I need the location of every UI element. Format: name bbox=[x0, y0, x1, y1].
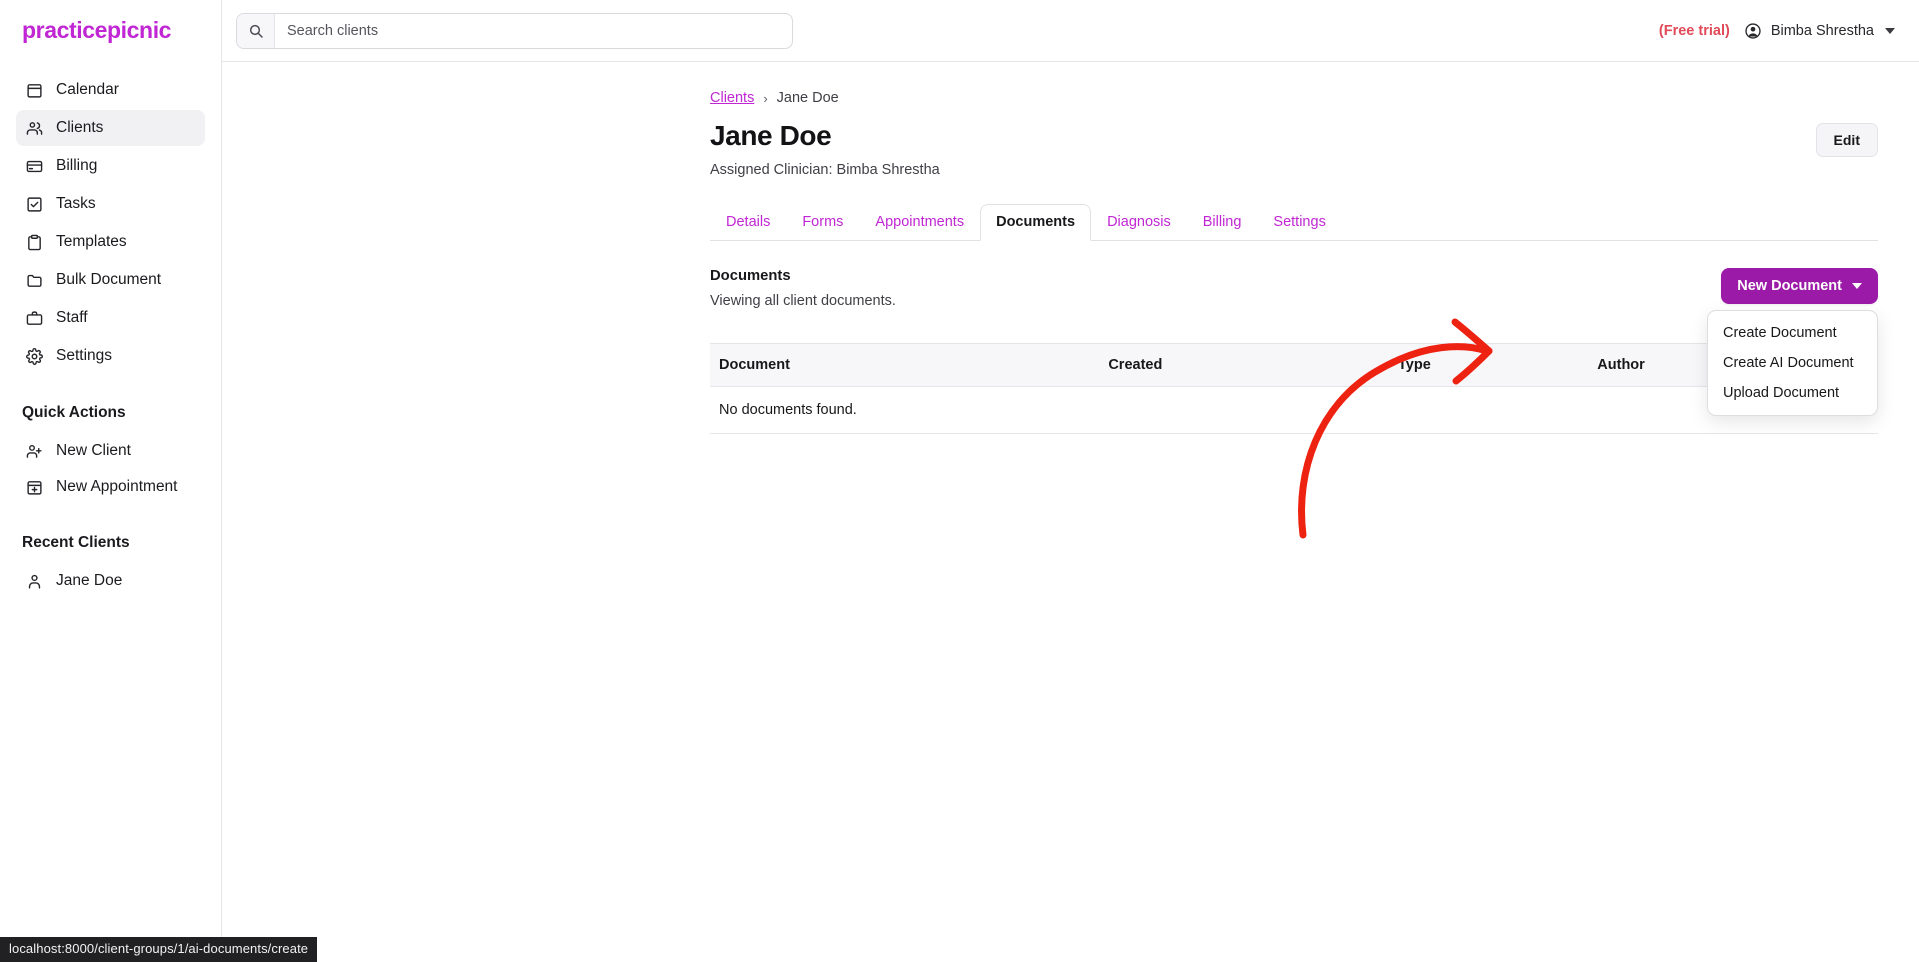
sidebar-item-label: Tasks bbox=[56, 195, 96, 212]
sidebar-item-label: Clients bbox=[56, 119, 104, 136]
documents-table-head: Document Created Type Author bbox=[710, 343, 1878, 387]
assigned-clinician: Assigned Clinician: Bimba Shrestha bbox=[710, 162, 940, 178]
sidebar-item-staff[interactable]: Staff bbox=[16, 300, 205, 336]
table-row-empty: No documents found. bbox=[710, 386, 1878, 434]
briefcase-icon bbox=[26, 310, 43, 327]
menu-item-create-document[interactable]: Create Document bbox=[1708, 318, 1877, 348]
sidebar-item-label: Bulk Document bbox=[56, 271, 162, 288]
new-document-menu: New Document Create Document Create AI D… bbox=[1707, 268, 1878, 416]
column-header-type[interactable]: Type bbox=[1389, 343, 1589, 387]
sidebar-item-bulk-document[interactable]: Bulk Document bbox=[16, 262, 205, 298]
sidebar-item-tasks[interactable]: Tasks bbox=[16, 186, 205, 222]
tab-documents[interactable]: Documents bbox=[980, 204, 1092, 241]
checkbox-icon bbox=[26, 196, 43, 213]
sidebar-item-settings[interactable]: Settings bbox=[16, 338, 205, 374]
tab-diagnosis[interactable]: Diagnosis bbox=[1091, 204, 1187, 241]
recent-clients-title: Recent Clients bbox=[22, 534, 130, 551]
primary-nav: Calendar Clients Billing Tasks Templates… bbox=[0, 72, 221, 374]
breadcrumb-current: Jane Doe bbox=[776, 90, 839, 106]
documents-table-body: No documents found. bbox=[710, 386, 1878, 434]
free-trial-badge[interactable]: (Free trial) bbox=[1659, 23, 1730, 39]
sidebar: practicepicnic Calendar Clients Billing bbox=[0, 0, 222, 962]
menu-item-upload-document[interactable]: Upload Document bbox=[1708, 378, 1877, 408]
chevron-down-icon bbox=[1885, 27, 1895, 34]
menu-item-create-ai-document[interactable]: Create AI Document bbox=[1708, 348, 1877, 378]
documents-table: Document Created Type Author No document… bbox=[710, 343, 1878, 434]
search-input[interactable] bbox=[275, 13, 792, 48]
main-pane: (Free trial) Bimba Shrestha Clients › Ja… bbox=[222, 0, 1919, 962]
card-icon bbox=[26, 158, 43, 175]
search-box[interactable] bbox=[236, 12, 793, 49]
sidebar-item-templates[interactable]: Templates bbox=[16, 224, 205, 260]
avatar bbox=[1744, 22, 1762, 40]
tab-details[interactable]: Details bbox=[710, 204, 786, 241]
new-document-button-label: New Document bbox=[1737, 278, 1842, 294]
folder-icon bbox=[26, 272, 43, 289]
sidebar-item-clients[interactable]: Clients bbox=[16, 110, 205, 146]
main-content: Clients › Jane Doe Jane Doe Assigned Cli… bbox=[222, 62, 1919, 962]
client-header: Jane Doe Assigned Clinician: Bimba Shres… bbox=[710, 119, 1878, 178]
clipboard-icon bbox=[26, 234, 43, 251]
breadcrumb-clients-link[interactable]: Clients bbox=[710, 90, 754, 106]
quick-action-label: New Appointment bbox=[56, 478, 178, 495]
documents-heading: Documents bbox=[710, 268, 791, 284]
quick-action-new-client[interactable]: New Client bbox=[16, 434, 205, 468]
topbar: (Free trial) Bimba Shrestha bbox=[222, 0, 1919, 62]
quick-action-label: New Client bbox=[56, 442, 131, 459]
user-plus-icon bbox=[26, 443, 43, 460]
page-title: Jane Doe bbox=[710, 120, 832, 151]
documents-subheading: Viewing all client documents. bbox=[710, 293, 896, 309]
calendar-icon bbox=[26, 82, 43, 99]
topbar-right: (Free trial) Bimba Shrestha bbox=[1659, 22, 1895, 40]
tab-billing[interactable]: Billing bbox=[1187, 204, 1258, 241]
sidebar-item-label: Settings bbox=[56, 347, 113, 364]
new-document-button[interactable]: New Document bbox=[1721, 268, 1878, 304]
client-detail-panel: Clients › Jane Doe Jane Doe Assigned Cli… bbox=[710, 90, 1878, 434]
recent-client-jane-doe[interactable]: Jane Doe bbox=[16, 564, 205, 598]
chevron-down-icon bbox=[1852, 283, 1862, 289]
gear-icon bbox=[26, 347, 43, 365]
breadcrumb: Clients › Jane Doe bbox=[710, 90, 1878, 106]
empty-state-message: No documents found. bbox=[710, 386, 1878, 434]
app-root: practicepicnic Calendar Clients Billing bbox=[0, 0, 1919, 962]
client-header-text: Jane Doe Assigned Clinician: Bimba Shres… bbox=[710, 119, 940, 178]
sidebar-item-billing[interactable]: Billing bbox=[16, 148, 205, 184]
tab-settings[interactable]: Settings bbox=[1257, 204, 1341, 241]
column-header-document[interactable]: Document bbox=[710, 343, 1100, 387]
documents-header-text: Documents Viewing all client documents. bbox=[710, 268, 896, 309]
sidebar-item-label: Staff bbox=[56, 309, 88, 326]
sidebar-item-label: Calendar bbox=[56, 81, 119, 98]
user-menu[interactable]: Bimba Shrestha bbox=[1744, 22, 1895, 40]
app-logo[interactable]: practicepicnic bbox=[0, 0, 221, 44]
user-name: Bimba Shrestha bbox=[1770, 22, 1874, 39]
quick-actions-title: Quick Actions bbox=[22, 404, 126, 421]
column-header-created[interactable]: Created bbox=[1099, 343, 1389, 387]
client-tabs: Details Forms Appointments Documents Dia… bbox=[710, 204, 1878, 241]
status-bar-url: localhost:8000/client-groups/1/ai-docume… bbox=[0, 937, 318, 962]
recent-client-label: Jane Doe bbox=[56, 572, 123, 589]
breadcrumb-separator-icon: › bbox=[763, 90, 768, 106]
tab-forms[interactable]: Forms bbox=[786, 204, 859, 241]
sidebar-item-label: Billing bbox=[56, 157, 98, 174]
quick-action-new-appointment[interactable]: New Appointment bbox=[16, 470, 205, 504]
calendar-plus-icon bbox=[26, 479, 43, 496]
sidebar-item-calendar[interactable]: Calendar bbox=[16, 72, 205, 108]
new-document-dropdown: Create Document Create AI Document Uploa… bbox=[1707, 310, 1878, 416]
documents-header: Documents Viewing all client documents. … bbox=[710, 268, 1878, 416]
tab-appointments[interactable]: Appointments bbox=[859, 204, 980, 241]
edit-button[interactable]: Edit bbox=[1815, 123, 1878, 157]
users-icon bbox=[26, 120, 43, 137]
user-icon bbox=[26, 573, 43, 590]
search-icon bbox=[237, 13, 275, 48]
table-header-row: Document Created Type Author bbox=[710, 343, 1878, 387]
sidebar-item-label: Templates bbox=[56, 233, 127, 250]
